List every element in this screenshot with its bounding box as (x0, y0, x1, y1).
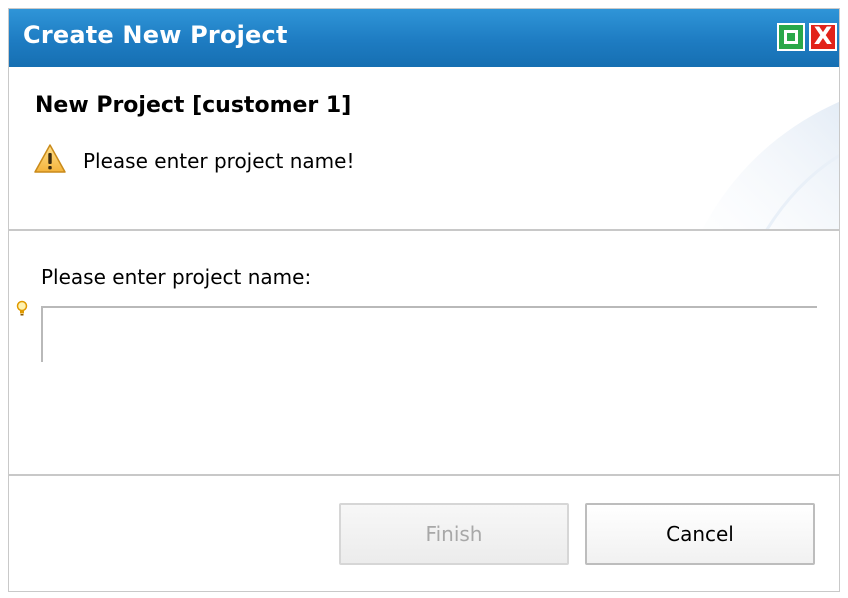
title-bar[interactable]: Create New Project X (9, 9, 839, 67)
maximize-icon (784, 30, 798, 44)
lightbulb-icon (16, 300, 28, 316)
warning-icon (34, 144, 66, 173)
close-button[interactable]: X (809, 23, 837, 51)
close-icon: X (813, 22, 833, 50)
finish-button[interactable]: Finish (339, 503, 569, 565)
wizard-banner: New Project [customer 1] Please enter pr… (9, 67, 839, 229)
maximize-button[interactable] (777, 23, 805, 51)
window-title: Create New Project (23, 21, 288, 49)
warning-text: Please enter project name! (83, 149, 355, 173)
project-name-input[interactable] (41, 306, 817, 362)
banner-divider (9, 229, 839, 231)
cancel-button[interactable]: Cancel (585, 503, 815, 565)
wizard-page-title: New Project [customer 1] (35, 93, 352, 118)
create-project-dialog: Create New Project X New Project [custom… (8, 8, 840, 592)
button-bar-divider (9, 474, 839, 476)
banner-decoration (702, 101, 839, 229)
project-name-label: Please enter project name: (41, 265, 312, 289)
